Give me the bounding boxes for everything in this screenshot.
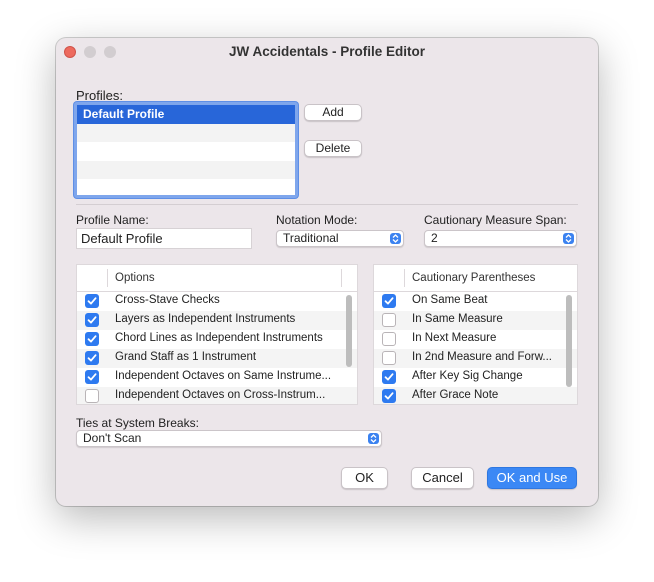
table-row[interactable]: In Same Measure [374, 311, 577, 330]
divider [76, 204, 578, 205]
table-row[interactable]: After Key Sig Change [374, 368, 577, 387]
notation-mode-label: Notation Mode: [276, 213, 358, 227]
row-label: After Grace Note [412, 389, 499, 401]
row-label: After Key Sig Change [412, 370, 523, 382]
table-row[interactable]: Grand Staff as 1 Instrument [77, 349, 357, 368]
ties-select[interactable]: Don't Scan [76, 430, 382, 447]
profile-list-item[interactable] [77, 160, 295, 179]
row-checkbox[interactable] [382, 389, 396, 403]
parentheses-scrollbar[interactable] [566, 295, 572, 387]
checkmark-icon [87, 335, 97, 343]
window-title: JW Accidentals - Profile Editor [228, 44, 426, 59]
checkmark-icon [384, 373, 394, 381]
profiles-label: Profiles: [76, 88, 123, 103]
options-scrollbar[interactable] [346, 295, 352, 367]
checkmark-icon [87, 297, 97, 305]
row-checkbox[interactable] [85, 294, 99, 308]
row-checkbox[interactable] [382, 294, 396, 308]
row-label: Independent Octaves on Same Instrume... [115, 370, 332, 382]
profile-name-field[interactable]: Default Profile [76, 228, 252, 249]
table-row[interactable]: Chord Lines as Independent Instruments [77, 330, 357, 349]
parentheses-column-header[interactable]: Cautionary Parentheses [412, 272, 535, 284]
table-row[interactable]: Cross-Stave Checks [77, 292, 357, 311]
profile-list-item[interactable]: Default Profile [77, 105, 295, 124]
table-row[interactable]: In Next Measure [374, 330, 577, 349]
row-checkbox[interactable] [382, 313, 396, 327]
row-checkbox[interactable] [382, 370, 396, 384]
add-profile-button[interactable]: Add [304, 104, 362, 121]
row-label: On Same Beat [412, 294, 488, 306]
ties-label: Ties at System Breaks: [76, 416, 199, 430]
ok-button[interactable]: OK [341, 467, 388, 489]
table-row[interactable]: After Grace Note [374, 387, 577, 404]
table-row[interactable]: Independent Octaves on Cross-Instrum... [77, 387, 357, 404]
table-row[interactable]: In 2nd Measure and Forw... [374, 349, 577, 368]
row-checkbox[interactable] [85, 370, 99, 384]
profile-list-item[interactable] [77, 179, 295, 198]
column-separator [404, 269, 405, 287]
column-separator [107, 269, 108, 287]
row-checkbox[interactable] [85, 313, 99, 327]
checkmark-icon [87, 316, 97, 324]
row-checkbox[interactable] [85, 332, 99, 346]
delete-profile-button[interactable]: Delete [304, 140, 362, 157]
row-checkbox[interactable] [382, 351, 396, 365]
column-separator [577, 269, 578, 287]
popup-arrows-icon [563, 233, 574, 244]
cautionary-span-select[interactable]: 2 [424, 230, 577, 247]
cancel-button[interactable]: Cancel [411, 467, 474, 489]
row-label: In 2nd Measure and Forw... [412, 351, 552, 363]
notation-mode-select[interactable]: Traditional [276, 230, 404, 247]
notation-mode-value: Traditional [283, 231, 339, 245]
row-label: In Next Measure [412, 332, 497, 344]
ok-and-use-button[interactable]: OK and Use [487, 467, 577, 489]
title-bar: JW Accidentals - Profile Editor [56, 38, 598, 66]
row-checkbox[interactable] [85, 351, 99, 365]
popup-arrows-icon [390, 233, 401, 244]
row-checkbox[interactable] [85, 389, 99, 403]
row-label: Layers as Independent Instruments [115, 313, 296, 325]
row-label: Cross-Stave Checks [115, 294, 220, 306]
profiles-list[interactable]: Default Profile [74, 102, 298, 198]
row-checkbox[interactable] [382, 332, 396, 346]
options-table[interactable]: Options Cross-Stave Checks Layers as Inde… [76, 264, 358, 405]
row-label: In Same Measure [412, 313, 503, 325]
popup-arrows-icon [368, 433, 379, 444]
parentheses-table[interactable]: Cautionary Parentheses On Same Beat In Sa… [373, 264, 578, 405]
row-label: Chord Lines as Independent Instruments [115, 332, 323, 344]
row-label: Grand Staff as 1 Instrument [115, 351, 257, 363]
table-row[interactable]: Layers as Independent Instruments [77, 311, 357, 330]
profile-editor-window: JW Accidentals - Profile Editor Profiles… [56, 38, 598, 506]
profile-list-item[interactable] [77, 142, 295, 161]
options-table-header: Options [77, 265, 357, 292]
table-row[interactable]: On Same Beat [374, 292, 577, 311]
checkmark-icon [384, 297, 394, 305]
options-column-header[interactable]: Options [115, 272, 155, 284]
checkmark-icon [87, 373, 97, 381]
ties-value: Don't Scan [83, 431, 142, 445]
parentheses-table-header: Cautionary Parentheses [374, 265, 577, 292]
checkmark-icon [384, 392, 394, 400]
cautionary-span-label: Cautionary Measure Span: [424, 213, 567, 227]
row-label: Independent Octaves on Cross-Instrum... [115, 389, 326, 401]
profile-list-item[interactable] [77, 123, 295, 142]
checkmark-icon [87, 354, 97, 362]
profile-name-label: Profile Name: [76, 213, 149, 227]
column-separator [341, 269, 342, 287]
table-row[interactable]: Independent Octaves on Same Instrume... [77, 368, 357, 387]
cautionary-span-value: 2 [431, 231, 438, 245]
